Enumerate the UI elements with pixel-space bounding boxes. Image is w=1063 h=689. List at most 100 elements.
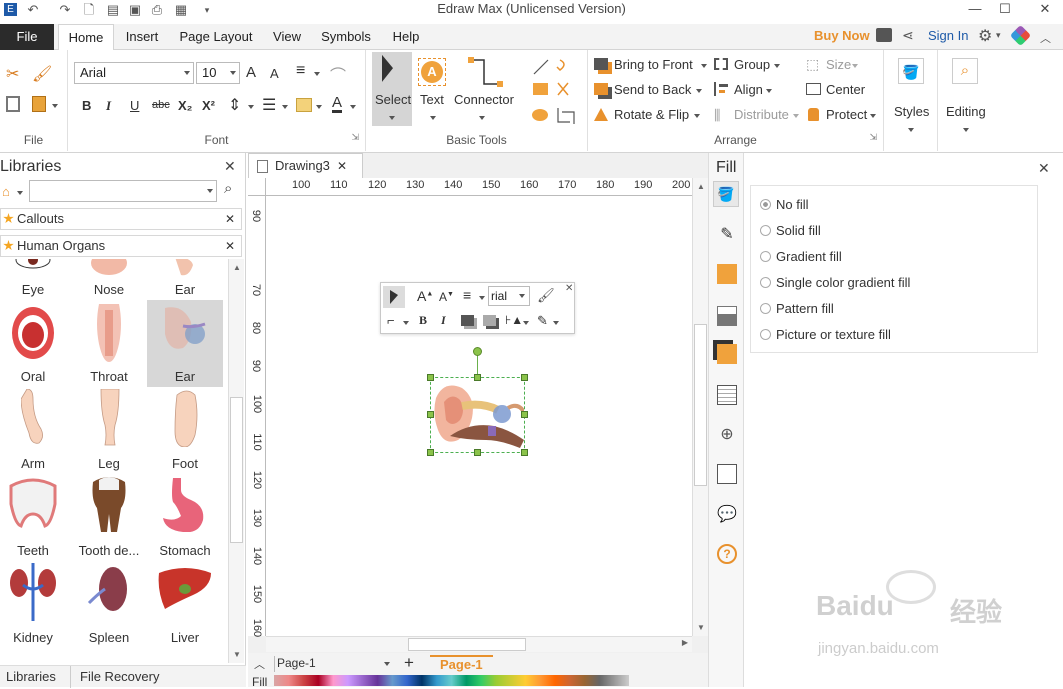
distribute-icon[interactable]: ⫼ <box>714 107 720 124</box>
mini-connector-icon[interactable]: ⌐ <box>387 313 395 328</box>
rotation-handle[interactable] <box>473 347 482 356</box>
document-tab[interactable]: Drawing3 ✕ <box>248 153 363 178</box>
library-human-organs-bar[interactable]: Human Organs ✕ <box>0 235 242 257</box>
mini-font-dropdown-icon[interactable] <box>519 294 525 298</box>
mini-align-icon[interactable]: ≡ <box>463 287 471 303</box>
tab-page-layout[interactable]: Page Layout <box>174 24 258 50</box>
resize-handle-e[interactable] <box>521 411 528 418</box>
styles-button[interactable]: Styles <box>894 104 929 119</box>
shapes-gallery[interactable] <box>530 56 580 124</box>
mini-select-button[interactable] <box>383 286 405 308</box>
size-dropdown-icon[interactable] <box>852 64 858 68</box>
tab-view[interactable]: View <box>266 24 308 50</box>
rotate-flip-icon[interactable] <box>594 108 608 121</box>
shape-ear-top[interactable]: Ear <box>147 259 223 300</box>
shape-throat[interactable]: Throat <box>71 300 147 387</box>
mini-position-dropdown-icon[interactable] <box>523 321 529 325</box>
library-scroll-thumb[interactable] <box>230 397 243 543</box>
resize-handle-n[interactable] <box>474 374 481 381</box>
register-icon[interactable] <box>876 28 892 42</box>
mini-decrease-font-icon[interactable]: A▼ <box>439 290 454 304</box>
maximize-button[interactable]: ☐ <box>990 0 1020 20</box>
shape-kidney[interactable]: Kidney <box>0 561 71 648</box>
highlight-icon[interactable] <box>296 98 312 112</box>
resize-handle-sw[interactable] <box>427 449 434 456</box>
libraries-close-icon[interactable]: ✕ <box>224 158 236 175</box>
layer-panel-icon[interactable] <box>717 344 737 364</box>
image-panel-icon[interactable] <box>717 306 737 326</box>
mini-send-back-icon[interactable] <box>483 315 496 326</box>
settings-dropdown-icon[interactable]: ▾ <box>996 30 1001 41</box>
send-to-back-button[interactable]: Send to Back <box>614 82 691 97</box>
navigation-panel-icon[interactable]: ⊕ <box>717 424 737 444</box>
shape-leg[interactable]: Leg <box>71 387 147 474</box>
minimize-button[interactable]: — <box>960 0 990 20</box>
settings-gear-icon[interactable]: ⚙ <box>978 26 992 46</box>
fill-option-pattern[interactable]: Pattern fill <box>760 301 834 316</box>
font-family-select[interactable]: Arial <box>74 62 194 84</box>
shape-stomach[interactable]: Stomach <box>147 474 223 561</box>
size-button[interactable]: Size <box>826 57 851 72</box>
align-dropdown-icon[interactable] <box>314 72 320 76</box>
document-tab-close-icon[interactable]: ✕ <box>337 154 347 178</box>
resize-handle-s[interactable] <box>474 449 481 456</box>
tab-symbols[interactable]: Symbols <box>316 24 376 50</box>
font-color-dropdown-icon[interactable] <box>350 105 356 109</box>
fill-option-single-gradient[interactable]: Single color gradient fill <box>760 275 910 290</box>
select-dropdown-icon[interactable] <box>389 116 395 120</box>
sign-in-link[interactable]: Sign In <box>928 28 968 43</box>
page-select[interactable]: Page-1 <box>274 656 394 672</box>
share-icon[interactable]: ⋖ <box>902 27 914 44</box>
line-spacing-dropdown-icon[interactable] <box>248 105 254 109</box>
tab-file[interactable]: File <box>0 24 54 50</box>
connector-dropdown-icon[interactable] <box>479 116 485 120</box>
library-scrollbar[interactable]: ▲ ▼ <box>228 259 244 663</box>
human-organs-close-icon[interactable]: ✕ <box>225 236 235 256</box>
mini-bold-button[interactable]: B <box>419 313 427 328</box>
shape-eye[interactable]: Eye <box>0 259 71 300</box>
ear-shape-on-canvas[interactable] <box>432 380 524 450</box>
highlight-dropdown-icon[interactable] <box>316 105 322 109</box>
subscript-button[interactable]: X₂ <box>178 98 192 113</box>
mini-format-painter-icon[interactable]: 🖌 <box>537 287 555 304</box>
group-dropdown-icon[interactable] <box>774 64 780 68</box>
shadow-panel-icon[interactable] <box>717 264 737 284</box>
bullets-icon[interactable]: ☰ <box>262 95 276 115</box>
increase-font-icon[interactable]: A <box>246 64 256 81</box>
align-button[interactable]: Align <box>734 82 763 97</box>
shape-ear-selected[interactable]: Ear <box>147 300 223 387</box>
align-icon[interactable]: ≡ <box>296 62 305 80</box>
copy-icon[interactable] <box>6 96 20 112</box>
fill-option-gradient[interactable]: Gradient fill <box>760 249 842 264</box>
page-tab-active[interactable]: Page-1 <box>430 655 493 672</box>
shape-oral[interactable]: Oral <box>0 300 71 387</box>
center-button[interactable]: Center <box>826 82 865 97</box>
italic-button[interactable]: I <box>106 98 111 114</box>
underline-button[interactable]: U <box>130 98 139 113</box>
size-icon[interactable]: ⬚ <box>806 56 819 73</box>
text-dropdown-icon[interactable] <box>430 116 436 120</box>
library-callouts-bar[interactable]: Callouts ✕ <box>0 208 242 230</box>
library-search-input[interactable] <box>29 180 217 202</box>
scroll-down-icon[interactable]: ▼ <box>233 650 241 659</box>
font-size-dropdown-icon[interactable] <box>230 71 236 75</box>
align-dropdown-icon[interactable] <box>766 89 772 93</box>
editing-dropdown-icon[interactable] <box>963 128 969 132</box>
resize-handle-w[interactable] <box>427 411 434 418</box>
mini-connector-dropdown-icon[interactable] <box>403 321 409 325</box>
font-family-dropdown-icon[interactable] <box>184 71 190 75</box>
fill-option-solid[interactable]: Solid fill <box>760 223 821 238</box>
vscroll-up-icon[interactable]: ▲ <box>697 182 705 191</box>
strikethrough-button[interactable]: abc <box>152 99 170 111</box>
mini-italic-button[interactable]: I <box>441 313 446 328</box>
shape-spleen[interactable]: Spleen <box>71 561 147 648</box>
font-dialog-launcher-icon[interactable]: ⇲ <box>351 132 359 143</box>
shape-arm[interactable]: Arm <box>0 387 71 474</box>
font-color-icon[interactable]: A <box>332 95 343 113</box>
fill-option-no-fill[interactable]: No fill <box>760 197 809 212</box>
rotate-flip-button[interactable]: Rotate & Flip <box>614 107 689 122</box>
comment-panel-icon[interactable]: 💬 <box>717 504 737 524</box>
data-panel-icon[interactable] <box>717 464 737 484</box>
connector-icon[interactable] <box>466 56 506 90</box>
vscroll-down-icon[interactable]: ▼ <box>697 623 705 632</box>
